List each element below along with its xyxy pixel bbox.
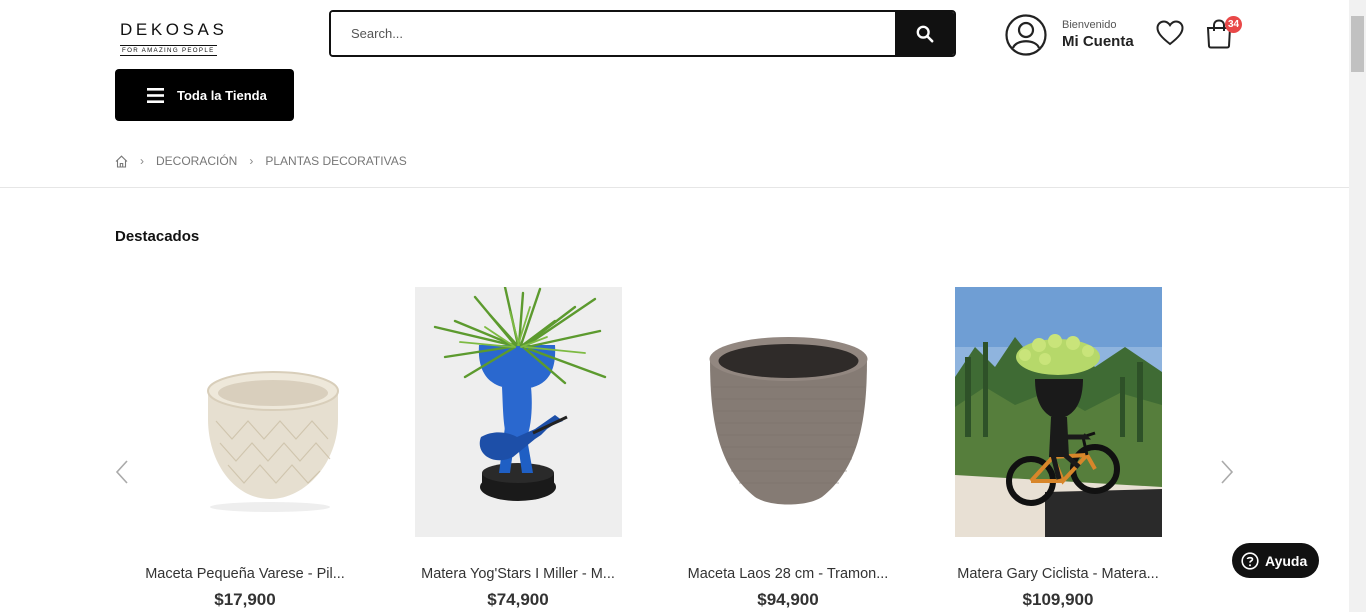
search-bar xyxy=(329,10,956,57)
section-title: Destacados xyxy=(115,228,200,245)
account-name: Mi Cuenta xyxy=(1062,32,1134,50)
heart-icon xyxy=(1156,20,1184,46)
page-scrollbar-thumb[interactable] xyxy=(1351,16,1364,72)
product-image[interactable] xyxy=(684,287,892,537)
product-card: Matera Gary Ciclista - Matera... $109,90… xyxy=(933,287,1183,610)
chevron-right-icon xyxy=(1221,460,1234,484)
breadcrumb-item-decoracion[interactable]: DECORACIÓN xyxy=(156,154,237,168)
product-price: $17,900 xyxy=(214,590,276,609)
product-card: Matera Yog'Stars I Miller - M... $74,900 xyxy=(393,287,643,610)
page-scrollbar[interactable] xyxy=(1349,0,1366,612)
breadcrumb-separator: › xyxy=(140,154,144,168)
carousel-next-button[interactable] xyxy=(1219,459,1235,490)
product-name[interactable]: Matera Gary Ciclista - Matera... xyxy=(953,566,1163,582)
product-price: $74,900 xyxy=(487,590,549,609)
product-image[interactable] xyxy=(414,287,622,537)
header-divider xyxy=(0,187,1349,188)
cart-button[interactable]: 34 xyxy=(1205,16,1242,54)
search-icon xyxy=(916,25,933,42)
product-price: $94,900 xyxy=(757,590,819,609)
logo-sub-text: FOR AMAZING PEOPLE xyxy=(120,45,217,56)
page: DEKOSAS FOR AMAZING PEOPLE Bienvenido Mi… xyxy=(0,0,1349,612)
breadcrumb-item-plantas[interactable]: PLANTAS DECORATIVAS xyxy=(265,154,406,168)
cart-count-badge: 34 xyxy=(1225,16,1242,33)
breadcrumb: › DECORACIÓN › PLANTAS DECORATIVAS xyxy=(115,154,407,168)
product-card: Maceta Laos 28 cm - Tramon... $94,900 xyxy=(663,287,913,610)
help-icon xyxy=(1241,551,1259,570)
logo-main-text: DEKOSAS xyxy=(120,20,228,39)
product-name[interactable]: Maceta Laos 28 cm - Tramon... xyxy=(683,566,893,582)
help-button[interactable]: Ayuda xyxy=(1232,543,1319,578)
user-icon xyxy=(1005,14,1047,56)
home-icon[interactable] xyxy=(115,154,128,168)
all-store-menu-label: Toda la Tienda xyxy=(177,87,267,103)
product-image[interactable] xyxy=(954,287,1162,537)
account-welcome: Bienvenido xyxy=(1062,18,1117,31)
product-name[interactable]: Maceta Pequeña Varese - Pil... xyxy=(140,566,350,582)
search-input[interactable] xyxy=(331,12,895,55)
logo[interactable]: DEKOSAS FOR AMAZING PEOPLE xyxy=(120,20,232,56)
wishlist-button[interactable] xyxy=(1156,20,1184,51)
product-card: Maceta Pequeña Varese - Pil... $17,900 xyxy=(120,287,370,610)
help-label: Ayuda xyxy=(1265,552,1308,569)
menu-icon xyxy=(147,87,164,103)
breadcrumb-separator: › xyxy=(249,154,254,168)
product-image[interactable] xyxy=(141,287,349,537)
all-store-menu-button[interactable]: Toda la Tienda xyxy=(115,69,294,121)
product-price: $109,900 xyxy=(1022,590,1094,609)
search-button[interactable] xyxy=(895,12,954,55)
product-name[interactable]: Matera Yog'Stars I Miller - M... xyxy=(413,566,623,582)
account-link[interactable]: Bienvenido Mi Cuenta xyxy=(1005,14,1134,56)
